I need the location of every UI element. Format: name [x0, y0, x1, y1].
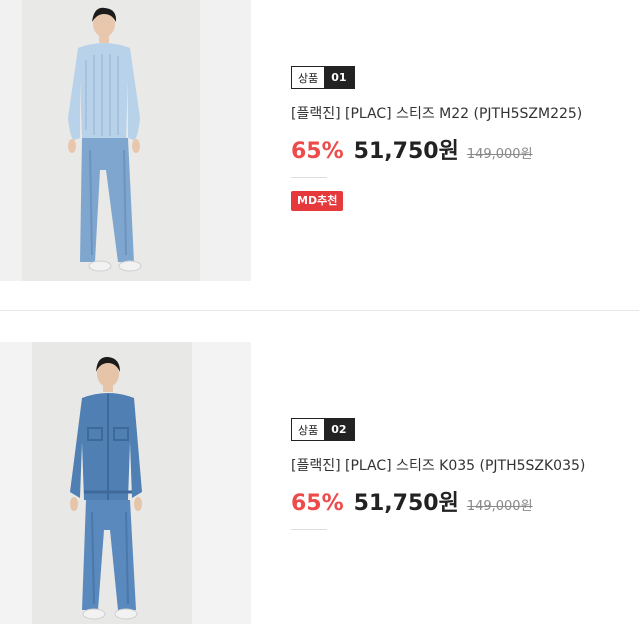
rank-label: 상품 — [292, 419, 325, 440]
product-info-1: 상품 01 [플랙진] [PLAC] 스티즈 M22 (PJTH5SZM225)… — [291, 66, 631, 211]
discount-rate: 65% — [291, 139, 344, 164]
sale-price: 51,750원 — [353, 139, 459, 164]
rank-badge: 상품 01 — [291, 66, 355, 89]
product-card-2[interactable]: 상품 02 [플랙진] [PLAC] 스티즈 K035 (PJTH5SZK035… — [0, 311, 639, 626]
md-pick-badge: MD추천 — [291, 191, 344, 211]
original-price: 149,000원 — [466, 147, 533, 162]
product-card-1[interactable]: 상품 01 [플랙진] [PLAC] 스티즈 M22 (PJTH5SZM225)… — [0, 0, 639, 310]
product-info-2: 상품 02 [플랙진] [PLAC] 스티즈 K035 (PJTH5SZK035… — [291, 418, 631, 530]
product-name[interactable]: [플랙진] [PLAC] 스티즈 K035 (PJTH5SZK035) — [291, 455, 631, 475]
product-name[interactable]: [플랙진] [PLAC] 스티즈 M22 (PJTH5SZM225) — [291, 103, 631, 123]
sale-price: 51,750원 — [353, 491, 459, 516]
price-row: 65% 51,750원 149,000원 — [291, 485, 631, 517]
price-divider — [291, 529, 327, 530]
price-divider — [291, 177, 327, 178]
rank-number: 01 — [324, 67, 354, 88]
discount-rate: 65% — [291, 491, 344, 516]
rank-label: 상품 — [292, 67, 325, 88]
price-row: 65% 51,750원 149,000원 — [291, 133, 631, 165]
rank-badge: 상품 02 — [291, 418, 355, 441]
original-price: 149,000원 — [466, 499, 533, 514]
product-image-1[interactable] — [0, 0, 251, 281]
product-photo-1 — [0, 0, 251, 281]
rank-number: 02 — [324, 419, 354, 440]
product-image-2[interactable] — [0, 342, 251, 624]
product-photo-2 — [0, 342, 251, 624]
